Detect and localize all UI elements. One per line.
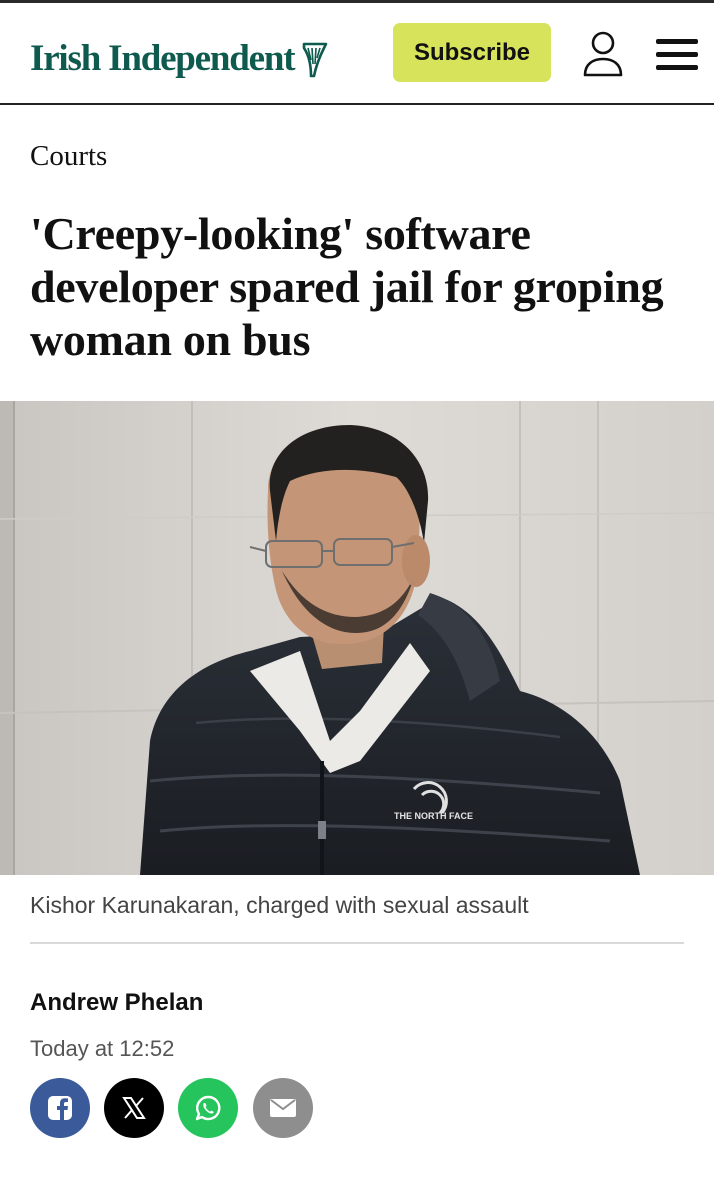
harp-icon <box>303 42 328 77</box>
author-name[interactable]: Andrew Phelan <box>30 989 203 1017</box>
divider <box>30 942 684 944</box>
photo-illustration: THE NORTH FACE <box>0 401 714 875</box>
share-facebook-button[interactable] <box>30 1078 90 1138</box>
site-header: Irish Independent Subscribe <box>0 3 714 105</box>
article-headline: 'Creepy-looking' software developer spar… <box>30 208 664 365</box>
share-x-button[interactable] <box>104 1078 164 1138</box>
article-photo: THE NORTH FACE <box>0 401 714 875</box>
email-icon <box>270 1099 296 1117</box>
whatsapp-icon <box>195 1095 221 1121</box>
account-icon[interactable] <box>580 29 626 79</box>
publish-timestamp: Today at 12:52 <box>30 1036 175 1061</box>
section-link[interactable]: Courts <box>30 140 107 173</box>
share-email-button[interactable] <box>253 1078 313 1138</box>
menu-icon[interactable] <box>654 37 700 73</box>
logo-text: Irish Independent <box>30 38 296 79</box>
facebook-icon <box>48 1096 72 1120</box>
x-icon <box>122 1097 146 1119</box>
share-whatsapp-button[interactable] <box>178 1078 238 1138</box>
jacket-logo-text: THE NORTH FACE <box>394 811 473 821</box>
site-logo[interactable]: Irish Independent <box>30 37 328 80</box>
subscribe-button[interactable]: Subscribe <box>393 23 551 82</box>
photo-caption: Kishor Karunakaran, charged with sexual … <box>30 892 529 918</box>
